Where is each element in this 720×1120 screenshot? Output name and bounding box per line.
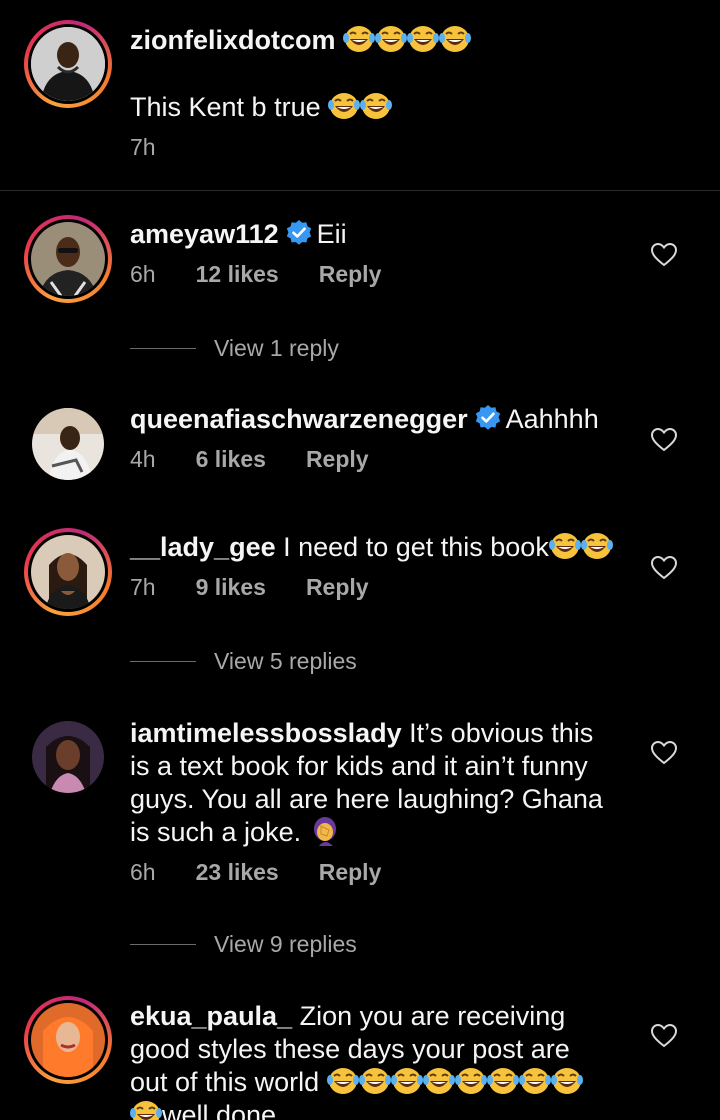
laughing-emoji-icon [519, 1066, 551, 1096]
avatar-iamtimelessbosslady[interactable] [32, 721, 104, 793]
comment-text: well done [162, 1100, 277, 1120]
comment-username[interactable]: iamtimelessbosslady [130, 718, 402, 748]
comment-text: is a text book for kids and it ain’t fun… [130, 751, 588, 781]
view-replies-button[interactable]: View 1 reply [130, 335, 339, 362]
comment-text: It’s obvious this [409, 718, 594, 748]
avatar-ameyaw112[interactable] [24, 215, 112, 303]
laughing-emoji-icon [359, 1066, 391, 1096]
laughing-emoji-icon [439, 24, 471, 54]
replies-line [130, 944, 196, 945]
comment-time: 4h [130, 446, 156, 472]
laughing-emoji-icon [487, 1066, 519, 1096]
comment-iamtimelessbosslady: iamtimelessbosslady It’s obvious this is… [130, 717, 630, 886]
reply-button[interactable]: Reply [319, 261, 382, 288]
caption-divider [0, 190, 720, 191]
comment-time: 6h [130, 859, 156, 885]
laughing-emoji-icon [423, 1066, 455, 1096]
laughing-emoji-icon [549, 531, 581, 561]
avatar-zionfelixdotcom[interactable] [24, 20, 112, 108]
replies-line [130, 661, 196, 662]
comment-likes[interactable]: 12 likes [196, 261, 279, 288]
laughing-emoji-icon [343, 24, 375, 54]
reply-button[interactable]: Reply [306, 574, 369, 601]
view-replies-button[interactable]: View 9 replies [130, 931, 357, 958]
comment-username[interactable]: zionfelixdotcom [130, 25, 336, 55]
heart-icon[interactable] [651, 1024, 677, 1048]
reply-button[interactable]: Reply [319, 859, 382, 886]
heart-icon[interactable] [651, 556, 677, 580]
laughing-emoji-icon [407, 24, 439, 54]
laughing-emoji-icon [130, 1099, 162, 1120]
comment-likes[interactable]: 23 likes [196, 859, 279, 886]
laughing-emoji-icon [360, 91, 392, 121]
heart-icon[interactable] [651, 741, 677, 765]
comment-username[interactable]: ekua_paula_ [130, 1001, 292, 1031]
comment-text: is such a joke. [130, 817, 302, 847]
comment-text: guys. You all are here laughing? Ghana [130, 784, 603, 814]
view-replies-label[interactable]: View 9 replies [214, 931, 357, 958]
comment-caption: zionfelixdotcom This Kent b true 7h [130, 24, 630, 161]
verified-badge-icon [474, 404, 502, 432]
comment-text: Aahhhh [505, 404, 599, 434]
replies-line [130, 348, 196, 349]
facepalm-emoji-icon [313, 817, 336, 846]
comment-text: Zion you are receiving [299, 1001, 566, 1031]
comment-time: 7h [130, 574, 156, 600]
heart-icon[interactable] [651, 428, 677, 452]
comment-time: 6h [130, 261, 156, 287]
laughing-emoji-icon [551, 1066, 583, 1096]
verified-badge-icon [285, 219, 313, 247]
comment-text: Eii [316, 219, 347, 249]
comment-username[interactable]: ameyaw112 [130, 219, 279, 249]
comment-likes[interactable]: 6 likes [196, 446, 266, 473]
laughing-emoji-icon [375, 24, 407, 54]
laughing-emoji-icon [391, 1066, 423, 1096]
avatar-queenafiaschwarzenegger[interactable] [32, 408, 104, 480]
avatar-lady-gee[interactable] [24, 528, 112, 616]
comment-username[interactable]: queenafiaschwarzenegger [130, 404, 468, 434]
laughing-emoji-icon [455, 1066, 487, 1096]
comment-text: This Kent b true [130, 92, 321, 122]
comment-text: good styles these days your post are [130, 1034, 570, 1064]
comment-ekua-paula: ekua_paula_ Zion you are receiving good … [130, 1000, 630, 1120]
laughing-emoji-icon [581, 531, 613, 561]
comment-text: I need to get this book [283, 532, 549, 562]
view-replies-label[interactable]: View 1 reply [214, 335, 339, 362]
comment-lady-gee: __lady_gee I need to get this book 7h 9 … [130, 531, 630, 601]
comment-likes[interactable]: 9 likes [196, 574, 266, 601]
reply-button[interactable]: Reply [306, 446, 369, 473]
comment-time: 7h [130, 134, 156, 160]
avatar-ekua-paula[interactable] [24, 996, 112, 1084]
comments-screen: zionfelixdotcom This Kent b true 7h amey… [0, 0, 720, 1120]
heart-icon[interactable] [651, 243, 677, 267]
view-replies-button[interactable]: View 5 replies [130, 648, 357, 675]
laughing-emoji-icon [327, 1066, 359, 1096]
comment-ameyaw112: ameyaw112 Eii 6h 12 likes Reply [130, 218, 630, 288]
laughing-emoji-icon [328, 91, 360, 121]
comment-text: out of this world [130, 1067, 320, 1097]
comment-username[interactable]: __lady_gee [130, 532, 276, 562]
view-replies-label[interactable]: View 5 replies [214, 648, 357, 675]
comment-queenafiaschwarzenegger: queenafiaschwarzenegger Aahhhh 4h 6 likes… [130, 403, 650, 473]
